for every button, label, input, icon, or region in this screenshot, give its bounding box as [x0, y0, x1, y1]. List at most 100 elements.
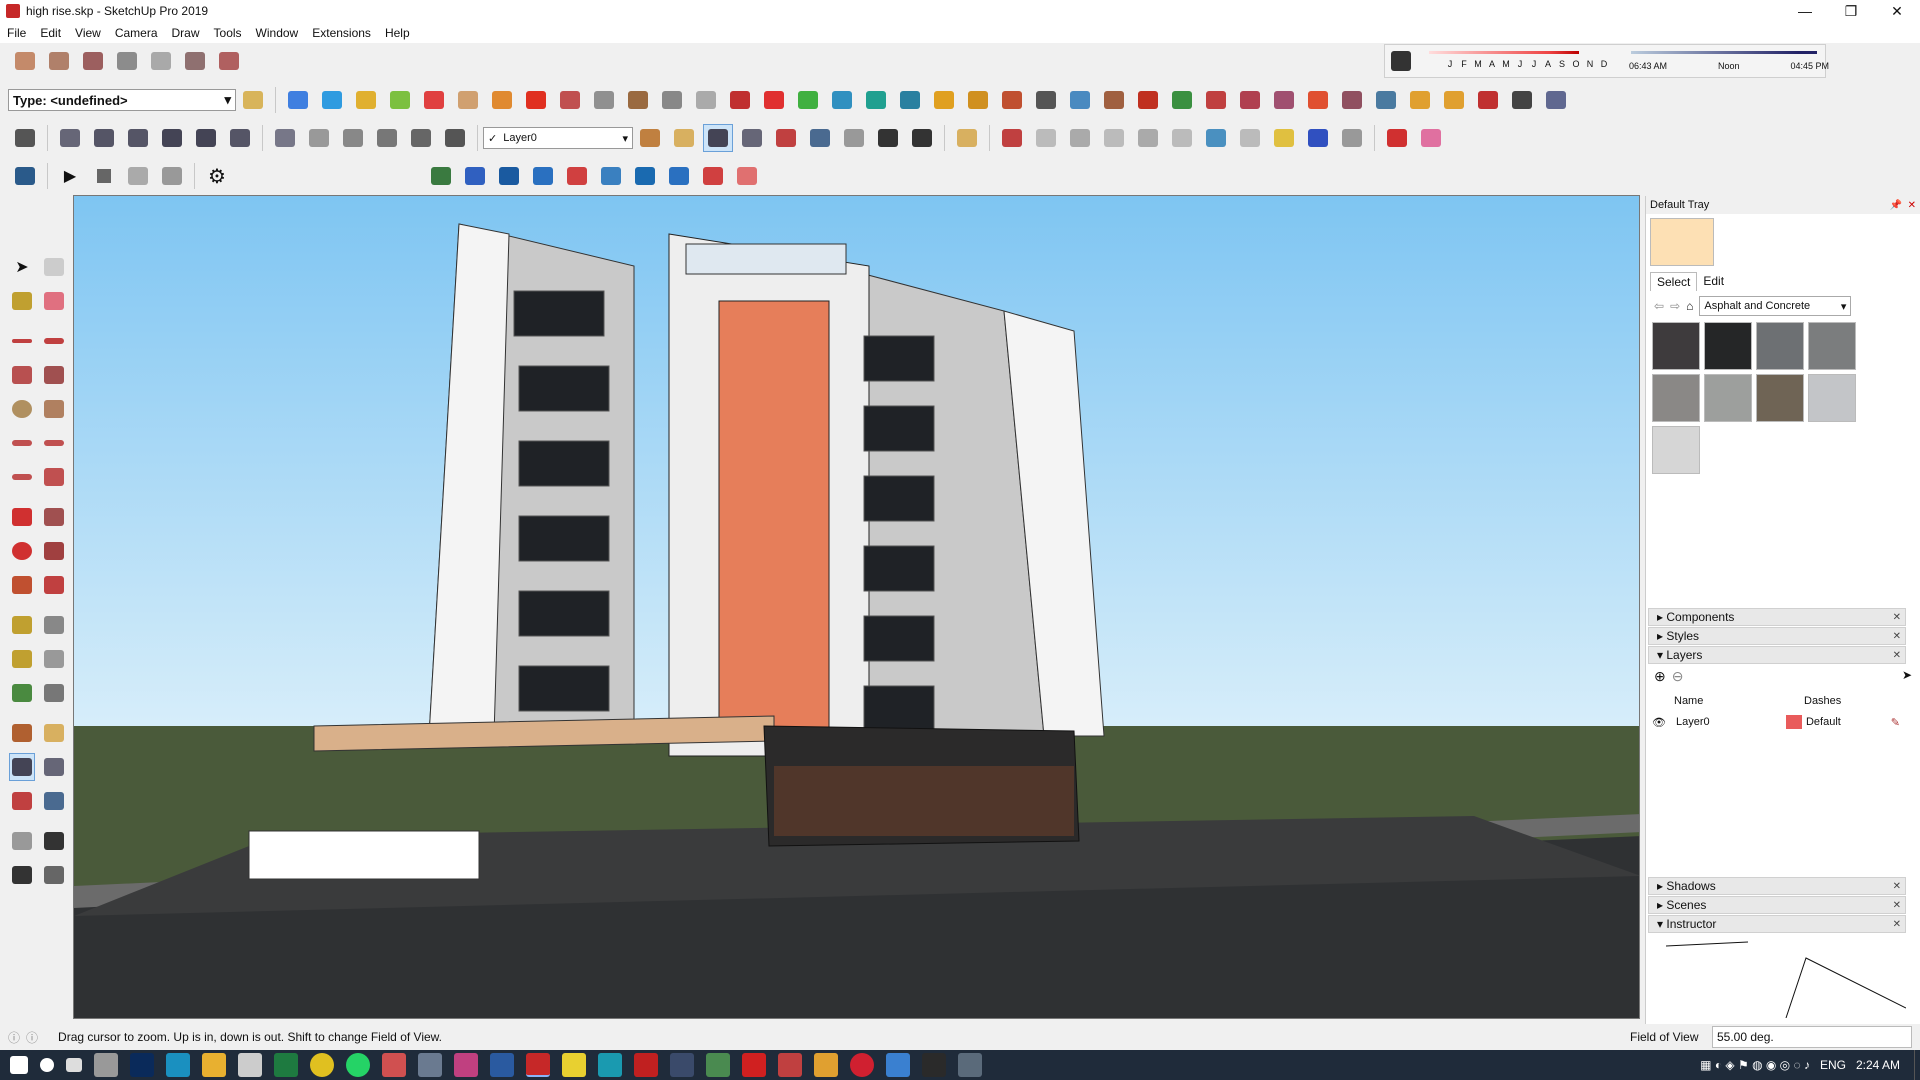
polygon-icon[interactable] [41, 395, 67, 423]
tool-button[interactable] [1303, 124, 1333, 152]
tab-select[interactable]: Select [1650, 272, 1698, 291]
menu-view[interactable]: View [68, 26, 108, 40]
tool-button[interactable] [691, 86, 721, 114]
tool-button[interactable] [1269, 86, 1299, 114]
drape-button[interactable] [146, 47, 176, 75]
attributes-button[interactable] [238, 86, 268, 114]
orbit-icon[interactable] [9, 719, 35, 747]
sandbox-from-contours-button[interactable] [10, 47, 40, 75]
tool-button[interactable] [487, 86, 517, 114]
minimize-button[interactable]: — [1782, 0, 1828, 22]
tab-edit[interactable]: Edit [1697, 272, 1730, 291]
stop-icon[interactable] [89, 162, 119, 190]
app-icon[interactable] [778, 1053, 802, 1077]
look-around-button[interactable] [873, 124, 903, 152]
hidden-line-style-button[interactable] [338, 124, 368, 152]
add-detail-button[interactable] [180, 47, 210, 75]
tool-button[interactable] [1405, 86, 1435, 114]
clock[interactable]: 2:24 AM [1856, 1058, 1900, 1072]
app-icon[interactable] [382, 1053, 406, 1077]
section-styles[interactable]: ▸ Styles ✕ [1648, 627, 1906, 645]
section-shadows[interactable]: ▸ Shadows ✕ [1648, 877, 1906, 895]
tool-button[interactable] [1167, 86, 1197, 114]
tool-button[interactable] [1371, 86, 1401, 114]
axes-icon[interactable] [9, 679, 35, 707]
tool-button[interactable] [698, 162, 728, 190]
tool-button[interactable] [589, 86, 619, 114]
word-icon[interactable] [490, 1053, 514, 1077]
layer-dropdown[interactable]: ✓ Layer0 ▾ [483, 127, 633, 149]
eraser-icon[interactable] [41, 287, 67, 315]
tool-button[interactable] [157, 162, 187, 190]
tool-button[interactable] [528, 162, 558, 190]
walk-icon[interactable] [9, 861, 35, 889]
arc-icon[interactable] [9, 429, 35, 457]
lumion-live-button[interactable] [10, 162, 40, 190]
tool-button[interactable] [1269, 124, 1299, 152]
solid-tools-button[interactable] [351, 86, 381, 114]
app-icon[interactable] [454, 1053, 478, 1077]
tool-button[interactable] [623, 86, 653, 114]
language-indicator[interactable]: ENG [1820, 1058, 1846, 1072]
home-icon[interactable]: ⌂ [1686, 299, 1693, 313]
opera-icon[interactable] [850, 1053, 874, 1077]
add-layer-icon[interactable]: ⊕ [1654, 668, 1666, 685]
zoom-extents-icon[interactable] [9, 787, 35, 815]
app-icon[interactable] [706, 1053, 730, 1077]
tool-button[interactable] [1337, 86, 1367, 114]
layer-color-swatch[interactable] [1785, 715, 1802, 729]
tool-button[interactable] [1065, 86, 1095, 114]
zoom-previous-button[interactable] [805, 124, 835, 152]
material-library-dropdown[interactable]: Asphalt and Concrete ▾ [1699, 296, 1852, 316]
close-button[interactable]: ✕ [1874, 0, 1920, 22]
close-icon[interactable]: ✕ [1893, 650, 1901, 661]
front-view-button[interactable] [123, 124, 153, 152]
measurements-box[interactable]: 55.00 deg. [1712, 1026, 1912, 1048]
sandbox-from-scratch-button[interactable] [44, 47, 74, 75]
section-components[interactable]: ▸ Components ✕ [1648, 608, 1906, 626]
tool-button[interactable] [521, 86, 551, 114]
chrome-icon[interactable] [310, 1053, 334, 1077]
back-view-button[interactable] [191, 124, 221, 152]
tool-button[interactable] [453, 86, 483, 114]
tool-button[interactable] [1507, 86, 1537, 114]
pan-button[interactable] [669, 124, 699, 152]
tool-button[interactable] [1201, 86, 1231, 114]
geo-location-icon[interactable]: ⓘ [8, 1029, 20, 1046]
tray-icons[interactable]: ▦ ◐ ◈ ⚑ ◍ ◉ ◎ ◌ ♪ [1700, 1058, 1810, 1072]
tool-button[interactable] [1337, 124, 1367, 152]
circle-icon[interactable] [9, 395, 35, 423]
tape-measure-icon[interactable] [9, 611, 35, 639]
xray-style-button[interactable] [270, 124, 300, 152]
edge-icon[interactable] [166, 1053, 190, 1077]
orbit-button[interactable] [635, 124, 665, 152]
dimension-icon[interactable] [41, 611, 67, 639]
tool-button[interactable] [732, 162, 762, 190]
section-instructor[interactable]: ▾ Instructor ✕ [1648, 915, 1906, 933]
material-swatch[interactable] [1808, 374, 1856, 422]
tool-button[interactable] [1065, 124, 1095, 152]
tool-button[interactable] [929, 86, 959, 114]
tool-button[interactable] [759, 86, 789, 114]
file-explorer-icon[interactable] [202, 1053, 226, 1077]
windows-start-icon[interactable] [10, 1056, 28, 1074]
pencil-icon[interactable]: ✎ [1891, 716, 1900, 729]
tool-button[interactable] [1133, 86, 1163, 114]
tool-button[interactable] [793, 86, 823, 114]
shadow-toggle-icon[interactable] [1391, 51, 1411, 71]
push-pull-icon[interactable] [41, 503, 67, 531]
pie-icon[interactable] [41, 463, 67, 491]
gear-icon[interactable]: ⚙ [202, 162, 232, 190]
tool-button[interactable] [997, 86, 1027, 114]
tool-button[interactable] [562, 162, 592, 190]
tool-button[interactable] [1473, 86, 1503, 114]
close-icon[interactable]: ✕ [1893, 919, 1901, 930]
flip-edge-button[interactable] [214, 47, 244, 75]
tool-button[interactable] [1201, 124, 1231, 152]
tool-button[interactable] [1099, 86, 1129, 114]
tool-button[interactable] [1382, 124, 1412, 152]
smoove-button[interactable] [78, 47, 108, 75]
iso-view-button[interactable] [55, 124, 85, 152]
layer-row[interactable]: 👁 Layer0 Default ✎ [1646, 712, 1906, 732]
material-swatch[interactable] [1704, 322, 1752, 370]
